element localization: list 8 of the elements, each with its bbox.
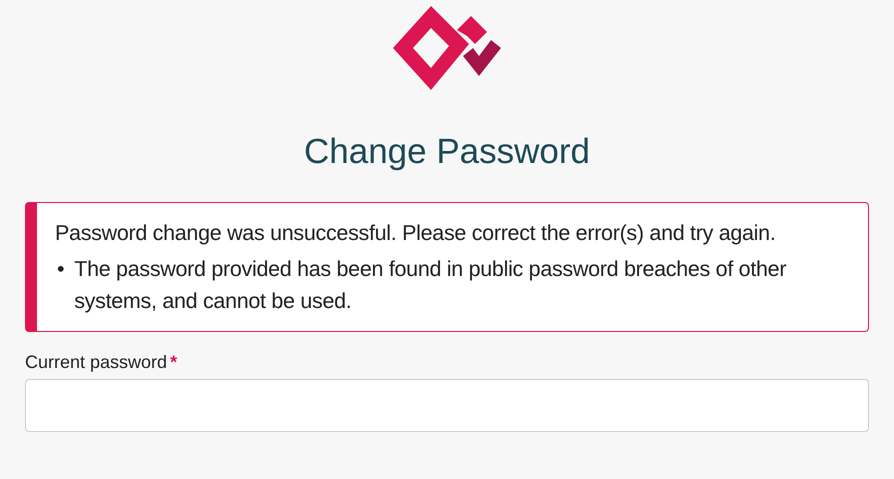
required-mark: * (170, 352, 178, 373)
page-title: Change Password (303, 132, 591, 172)
password-field[interactable] (25, 379, 869, 432)
logo-icon (391, 4, 503, 92)
error-message: Password change was unsuccessful. Please correct the error(s) and try again. (55, 220, 776, 247)
error-item: The password provided has been found in public password breaches of other systems, and cannot be used. (74, 256, 788, 315)
field-label: Current password (25, 352, 168, 373)
bullet: • (57, 256, 64, 283)
